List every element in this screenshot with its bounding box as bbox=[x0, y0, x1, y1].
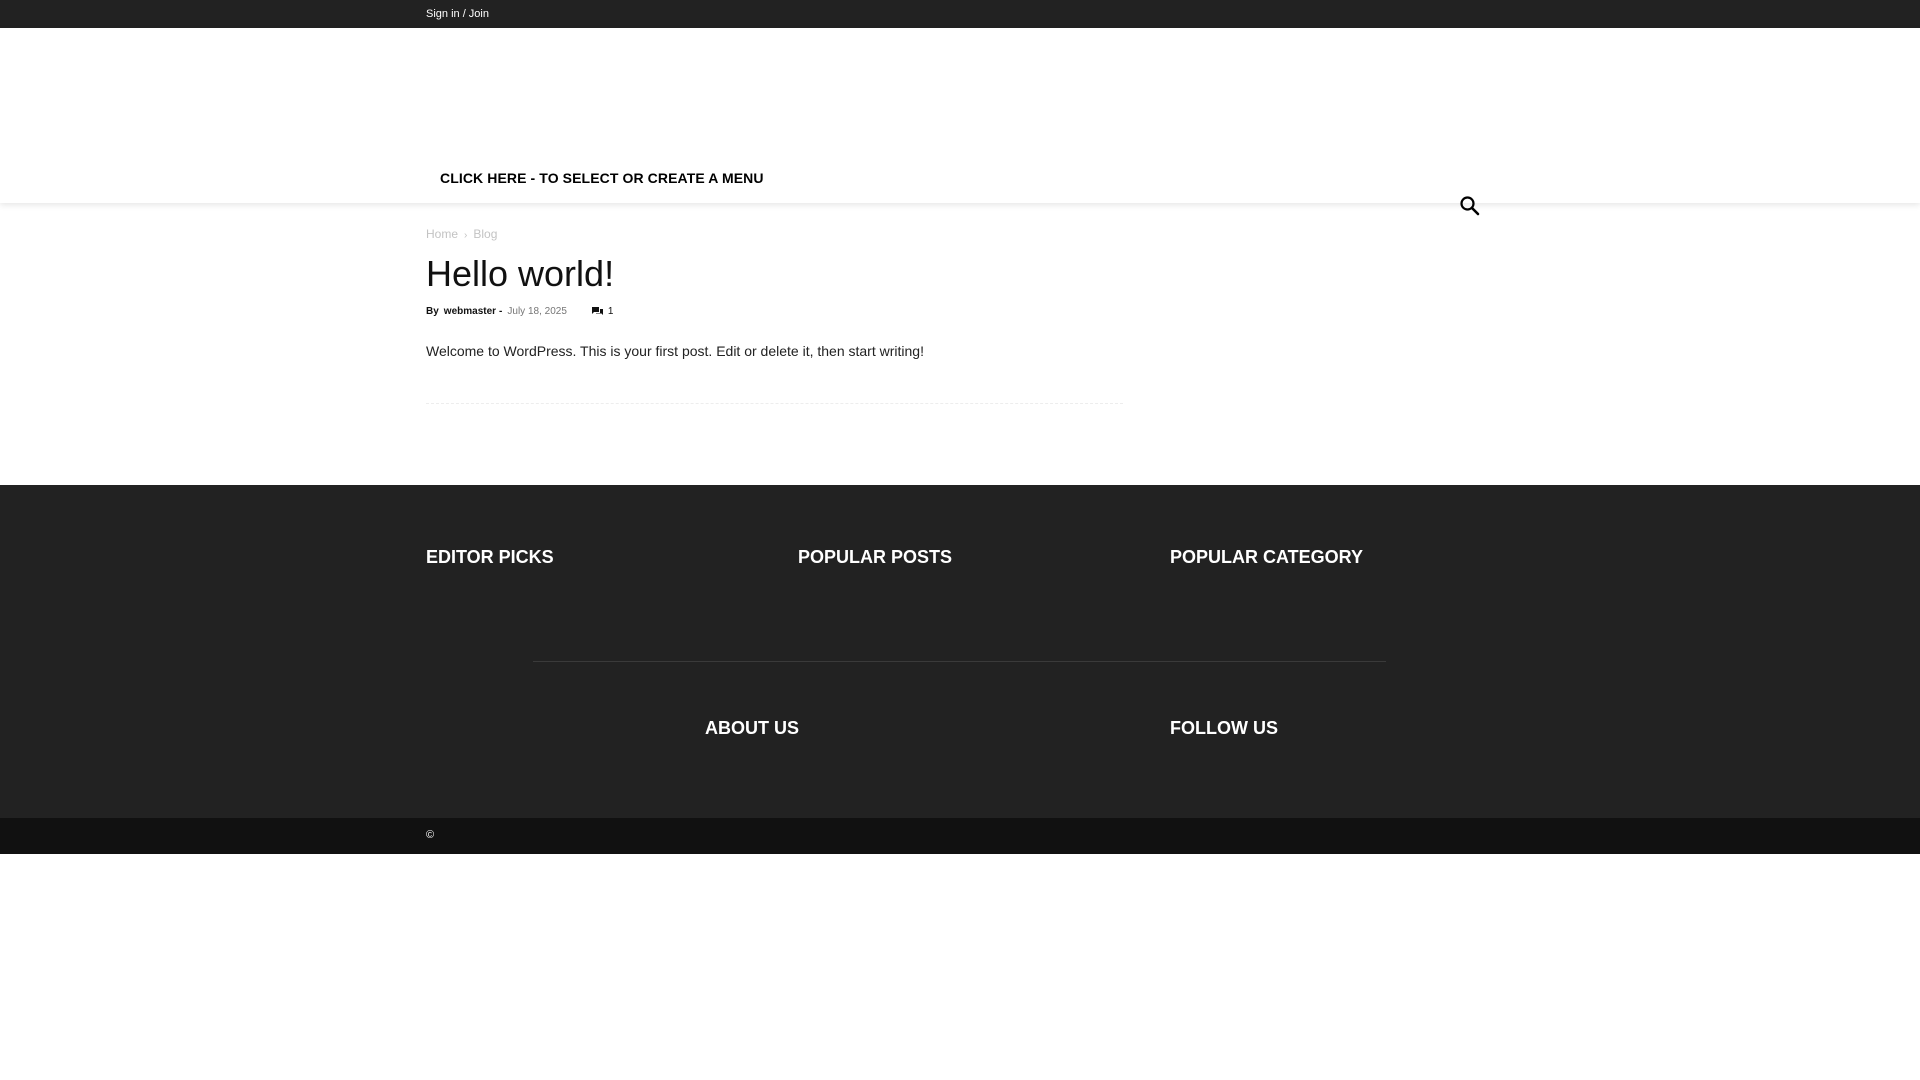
post-meta: By webmaster - July 18, 2025 1 bbox=[426, 306, 613, 317]
post-title: Hello world! bbox=[426, 253, 615, 294]
breadcrumb-separator: › bbox=[464, 230, 468, 241]
comment-count: 1 bbox=[607, 306, 614, 317]
popular-category-heading: POPULAR CATEGORY bbox=[1170, 547, 1364, 567]
comment-icon bbox=[591, 307, 603, 315]
post-comments-link[interactable]: 1 bbox=[591, 306, 614, 317]
popular-posts-heading: POPULAR POSTS bbox=[798, 547, 953, 567]
create-menu-link[interactable]: CLICK HERE - TO SELECT OR CREATE A MENU bbox=[440, 170, 764, 186]
copyright-text: © bbox=[426, 829, 435, 841]
post-by-label: By bbox=[426, 306, 439, 317]
search-button[interactable] bbox=[1458, 194, 1482, 218]
editor-picks-heading: EDITOR PICKS bbox=[426, 547, 554, 567]
sign-in-join-link[interactable]: Sign in / Join bbox=[426, 8, 489, 20]
search-icon bbox=[1460, 196, 1480, 216]
breadcrumb-home[interactable]: Home bbox=[426, 227, 458, 241]
post-date: July 18, 2025 bbox=[507, 306, 567, 317]
footer-divider bbox=[533, 661, 1386, 662]
about-us-heading: ABOUT US bbox=[705, 718, 799, 738]
post-divider bbox=[426, 403, 1123, 404]
copyright-bar: © bbox=[0, 818, 1920, 854]
site-header: CLICK HERE - TO SELECT OR CREATE A MENU bbox=[0, 28, 1920, 216]
follow-us-heading: FOLLOW US bbox=[1170, 718, 1278, 738]
breadcrumb-blog[interactable]: Blog bbox=[473, 227, 497, 241]
footer: EDITOR PICKS POPULAR POSTS POPULAR CATEG… bbox=[0, 485, 1920, 818]
post-author-link[interactable]: webmaster bbox=[444, 306, 496, 317]
post-content: Welcome to WordPress. This is your first… bbox=[426, 343, 924, 359]
breadcrumb: Home › Blog bbox=[426, 227, 497, 241]
meta-dash: - bbox=[499, 306, 503, 317]
top-bar: Sign in / Join bbox=[0, 0, 1920, 28]
